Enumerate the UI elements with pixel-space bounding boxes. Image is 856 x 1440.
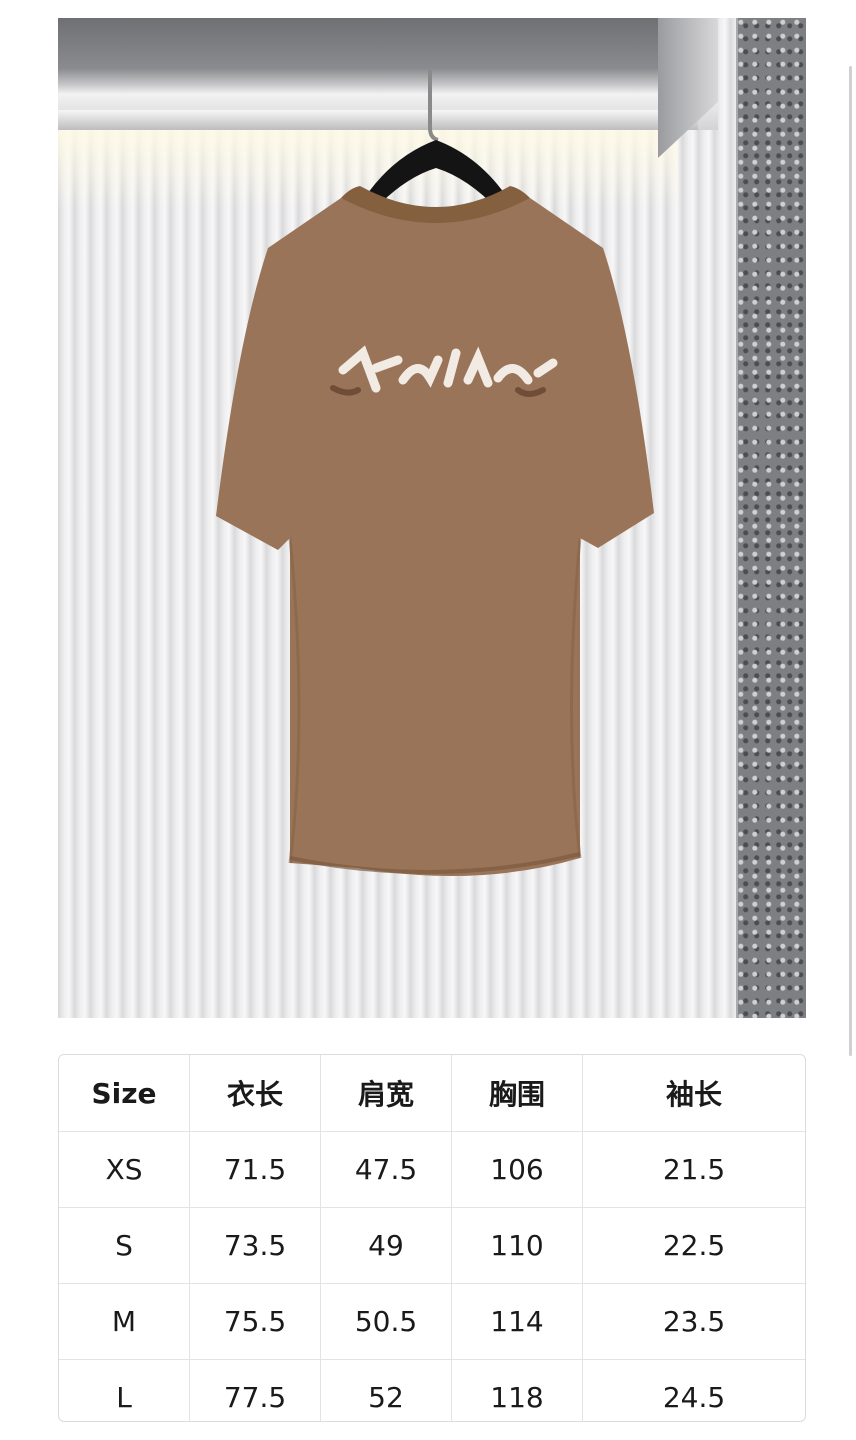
size-table: Size 衣长 肩宽 胸围 袖长 XS 71.5 47.5 106 21.5 S… — [59, 1055, 805, 1421]
hanger-hook — [428, 70, 439, 142]
table-cell: 118 — [451, 1359, 583, 1421]
tshirt-illustration — [216, 70, 654, 876]
table-cell: 114 — [451, 1283, 583, 1360]
table-row: L 77.5 52 118 24.5 — [59, 1359, 805, 1421]
header-shoulder: 肩宽 — [320, 1055, 452, 1132]
table-cell: 73.5 — [189, 1207, 321, 1284]
header-size: Size — [59, 1055, 190, 1132]
table-cell: 75.5 — [189, 1283, 321, 1360]
table-row: M 75.5 50.5 114 23.5 — [59, 1283, 805, 1360]
scrollbar[interactable] — [849, 66, 852, 1056]
table-cell: 71.5 — [189, 1131, 321, 1208]
header-chest: 胸围 — [451, 1055, 583, 1132]
table-row: S 73.5 49 110 22.5 — [59, 1207, 805, 1284]
table-header-row: Size 衣长 肩宽 胸围 袖长 — [59, 1055, 805, 1132]
header-sleeve: 袖长 — [582, 1055, 805, 1132]
table-cell: XS — [59, 1131, 190, 1208]
table-cell: M — [59, 1283, 190, 1360]
table-cell: L — [59, 1359, 190, 1421]
table-cell: 47.5 — [320, 1131, 452, 1208]
table-cell: 50.5 — [320, 1283, 452, 1360]
table-cell: 23.5 — [582, 1283, 805, 1360]
table-cell: 77.5 — [189, 1359, 321, 1421]
table-cell: 52 — [320, 1359, 452, 1421]
table-row: XS 71.5 47.5 106 21.5 — [59, 1131, 805, 1208]
table-cell: 22.5 — [582, 1207, 805, 1284]
table-cell: 106 — [451, 1131, 583, 1208]
table-cell: 21.5 — [582, 1131, 805, 1208]
table-cell: S — [59, 1207, 190, 1284]
table-cell: 24.5 — [582, 1359, 805, 1421]
header-length: 衣长 — [189, 1055, 321, 1132]
product-photo — [58, 18, 806, 1018]
table-cell: 49 — [320, 1207, 452, 1284]
tshirt-body — [216, 198, 654, 876]
size-chart: Size 衣长 肩宽 胸围 袖长 XS 71.5 47.5 106 21.5 S… — [58, 1054, 806, 1422]
table-cell: 110 — [451, 1207, 583, 1284]
